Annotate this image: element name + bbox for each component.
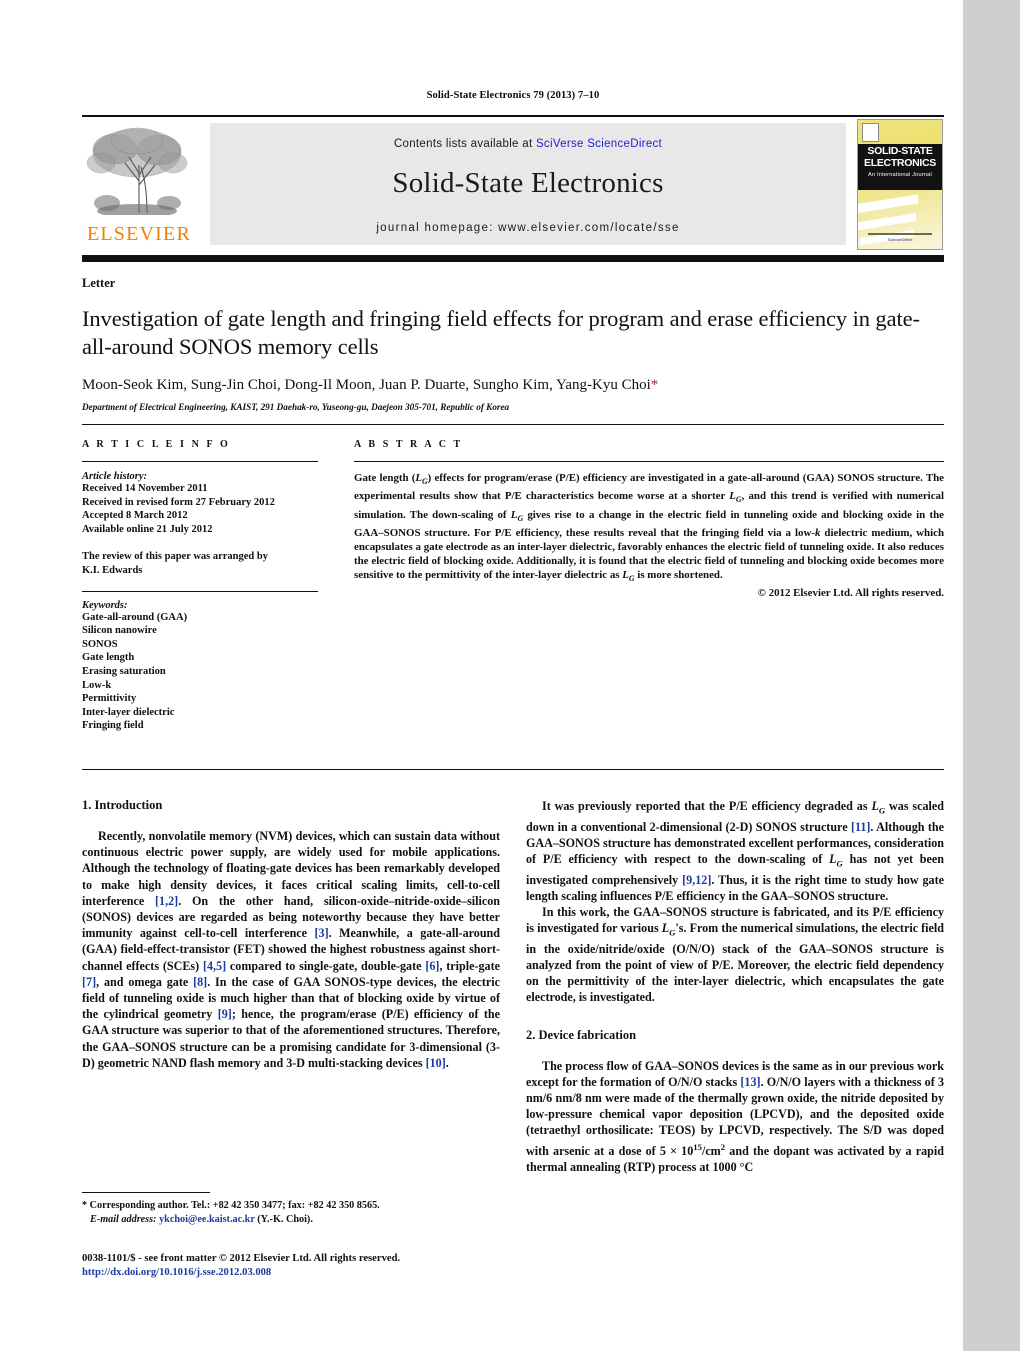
- email-link[interactable]: ykchoi@ee.kaist.ac.kr: [159, 1214, 255, 1225]
- editor-note-line1: The review of this paper was arranged by: [82, 551, 268, 563]
- cover-footer-text: ScienceDirect: [887, 237, 913, 242]
- footnote-rule: [82, 1192, 210, 1193]
- contents-prefix: Contents lists available at: [393, 138, 536, 150]
- section-heading-introduction: 1. Introduction: [82, 798, 163, 812]
- keyword-item: Low-k: [82, 679, 112, 691]
- keyword-item: Inter-layer dielectric: [82, 706, 175, 718]
- keyword-item: Erasing saturation: [82, 665, 166, 677]
- keyword-item: Gate length: [82, 652, 135, 664]
- section-heading-device-fabrication: 2. Device fabrication: [526, 1027, 637, 1042]
- intro-paragraph-1: Recently, nonvolatile memory (NVM) devic…: [82, 829, 500, 1070]
- journal-cover-thumbnail: SOLID-STATE ELECTRONICS An International…: [857, 119, 943, 250]
- paper-page: Solid-State Electronics 79 (2013) 7–10 E…: [0, 0, 963, 1351]
- right-paragraph-2: In this work, the GAA–SONOS structure is…: [526, 905, 944, 1005]
- journal-homepage[interactable]: journal homepage: www.elsevier.com/locat…: [210, 222, 846, 234]
- editor-note-line2: K.I. Edwards: [82, 564, 143, 576]
- abstract-heading: A B S T R A C T: [354, 439, 463, 450]
- keywords-rule: [82, 590, 318, 592]
- email-owner: (Y.-K. Choi).: [257, 1214, 313, 1225]
- article-info-column: A R T I C L E I N F O Article history: R…: [82, 439, 318, 733]
- info-abstract-block: A R T I C L E I N F O Article history: R…: [82, 424, 944, 759]
- history-received: Received 14 November 2011: [82, 483, 208, 494]
- cover-title-line2: ELECTRONICS: [864, 156, 936, 169]
- cover-stripe-2: [858, 213, 916, 231]
- cover-stripe-1: [858, 194, 918, 215]
- masthead-bottom-rule: [82, 255, 944, 262]
- abstract-copyright: © 2012 Elsevier Ltd. All rights reserved…: [757, 587, 944, 600]
- asterisk-icon: *: [82, 1200, 90, 1211]
- footnote-email-line: E-mail address: ykchoi@ee.kaist.ac.kr (Y…: [82, 1213, 500, 1227]
- article-title: Investigation of gate length and fringin…: [82, 306, 920, 359]
- abstract-column: A B S T R A C T Gate length (LG) effects…: [354, 439, 944, 599]
- author-list: Moon-Seok Kim, Sung-Jin Choi, Dong-Il Mo…: [82, 377, 651, 393]
- body-column-right: It was previously reported that the P/E …: [526, 798, 944, 1175]
- email-label: E-mail address:: [90, 1214, 157, 1225]
- doi-link[interactable]: http://dx.doi.org/10.1016/j.sse.2012.03.…: [82, 1266, 512, 1280]
- keyword-item: Silicon nanowire: [82, 625, 157, 637]
- corresponding-author-footnote: * Corresponding author. Tel.: +82 42 350…: [82, 1192, 500, 1227]
- journal-title: Solid-State Electronics: [392, 167, 664, 199]
- history-accepted: Accepted 8 March 2012: [82, 510, 188, 522]
- masthead-band: Contents lists available at SciVerse Sci…: [210, 123, 846, 245]
- keyword-item: Fringing field: [82, 720, 144, 732]
- article-info-heading: A R T I C L E I N F O: [82, 439, 231, 450]
- history-online: Available online 21 July 2012: [82, 523, 213, 535]
- history-revised: Received in revised form 27 February 201…: [82, 496, 275, 508]
- article-history-label: Article history:: [82, 471, 148, 482]
- elsevier-mark-icon: [862, 123, 879, 142]
- abstract-text: Gate length (LG) effects for program/era…: [354, 472, 944, 584]
- article-info-rule: [82, 461, 318, 462]
- abstract-rule: [354, 461, 944, 462]
- article-affiliation: Department of Electrical Engineering, KA…: [82, 402, 510, 412]
- footnote-corresponding-line: * Corresponding author. Tel.: +82 42 350…: [82, 1199, 500, 1213]
- cover-footer: ScienceDirect: [868, 233, 932, 242]
- body-column-left: 1. Introduction Recently, nonvolatile me…: [82, 798, 500, 1071]
- sciencedirect-link[interactable]: SciVerse ScienceDirect: [536, 138, 662, 150]
- elsevier-wordmark: ELSEVIER: [86, 223, 192, 245]
- cover-subtitle: An International Journal: [868, 172, 932, 178]
- running-head: Solid-State Electronics 79 (2013) 7–10: [426, 90, 600, 101]
- contents-available-line: Contents lists available at SciVerse Sci…: [210, 123, 846, 150]
- keyword-item: Gate-all-around (GAA): [82, 611, 188, 623]
- article-type: Letter: [82, 276, 116, 290]
- cover-title-line1: SOLID-STATE: [867, 145, 933, 157]
- footnote-corresponding-text: Corresponding author. Tel.: +82 42 350 3…: [89, 1200, 380, 1211]
- article-authors: Moon-Seok Kim, Sung-Jin Choi, Dong-Il Mo…: [82, 377, 944, 394]
- elsevier-logo: ELSEVIER: [85, 123, 195, 247]
- info-block-bottom-rule: [82, 769, 944, 770]
- corresponding-author-marker: *: [650, 377, 659, 393]
- issn-copyright-line: 0038-1101/$ - see front matter © 2012 El…: [82, 1253, 401, 1264]
- keyword-item: Permittivity: [82, 693, 137, 705]
- fabrication-paragraph-1: The process flow of GAA–SONOS devices is…: [526, 1058, 944, 1174]
- page-footer: 0038-1101/$ - see front matter © 2012 El…: [82, 1252, 512, 1280]
- cover-title: SOLID-STATE ELECTRONICS: [861, 145, 939, 169]
- right-paragraph-1: It was previously reported that the P/E …: [526, 799, 945, 903]
- journal-masthead: ELSEVIER Contents lists available at Sci…: [82, 115, 944, 251]
- elsevier-tree-icon: [85, 123, 189, 221]
- keyword-item: SONOS: [82, 638, 118, 650]
- keywords-label: Keywords:: [82, 599, 128, 611]
